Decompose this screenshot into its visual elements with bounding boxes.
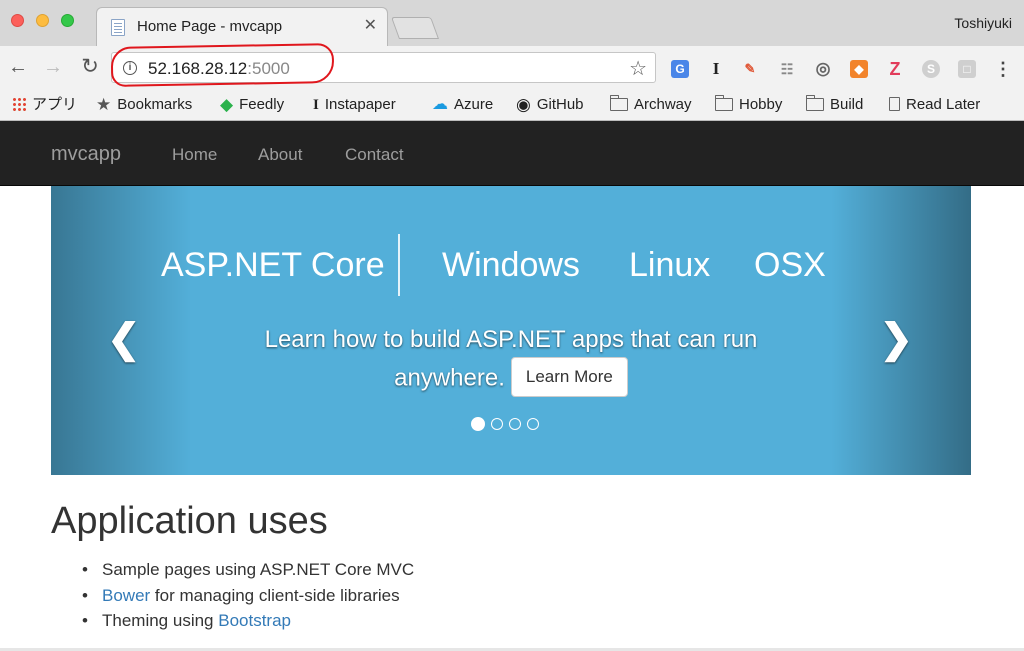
- bootstrap-link[interactable]: Bootstrap: [218, 611, 291, 630]
- carousel-indicator-2[interactable]: [491, 418, 503, 430]
- skype-icon[interactable]: S: [922, 60, 940, 78]
- star-icon: ★: [96, 95, 112, 115]
- bookmark-label: Archway: [634, 96, 692, 113]
- uses-list: Sample pages using ASP.NET Core MVC Bowe…: [82, 557, 414, 634]
- apps-grid-icon: [12, 97, 26, 112]
- banner-aspnet-core: ASP.NET Core: [161, 246, 385, 284]
- carousel-indicators: [471, 416, 545, 435]
- instapaper-icon: I: [313, 97, 319, 114]
- banner-osx: OSX: [754, 246, 826, 284]
- section-title: Application uses: [51, 500, 328, 542]
- carousel-banner: ASP.NET Core Windows Linux OSX: [51, 234, 971, 298]
- page-icon: [889, 97, 900, 112]
- bookmark-hobby[interactable]: Hobby: [714, 94, 783, 115]
- back-arrow-icon[interactable]: ←: [5, 54, 31, 80]
- learn-more-button[interactable]: Learn More: [510, 357, 628, 397]
- close-window-button[interactable]: [11, 14, 24, 27]
- bookmark-azure[interactable]: ☁ Azure: [432, 95, 493, 115]
- tab-title: Home Page - mvcapp: [137, 18, 283, 35]
- github-icon: ◉: [516, 95, 531, 115]
- carousel-prev-chevron-icon[interactable]: ❮: [107, 316, 141, 362]
- nav-about-link[interactable]: About: [258, 145, 302, 165]
- url-annotation-circle: [110, 43, 335, 87]
- banner-divider: [398, 234, 400, 296]
- hero-carousel: ASP.NET Core Windows Linux OSX Learn how…: [51, 186, 971, 475]
- profile-name[interactable]: Toshiyuki: [954, 15, 1012, 31]
- bookmark-read-later[interactable]: Read Later: [889, 95, 980, 115]
- feedly-icon: ◆: [220, 95, 234, 115]
- bookmark-label: GitHub: [536, 96, 584, 113]
- uses-item-text: for managing client-side libraries: [150, 585, 400, 605]
- bookmark-bookmarks[interactable]: ★ Bookmarks: [96, 95, 192, 115]
- browser-tabstrip: Home Page - mvcapp ✕ Toshiyuki: [0, 0, 1024, 47]
- azure-cloud-icon: ☁: [432, 96, 448, 114]
- banner-linux: Linux: [629, 246, 711, 284]
- bookmark-build[interactable]: Build: [805, 94, 864, 115]
- nav-home-link[interactable]: Home: [172, 145, 217, 165]
- google-translate-icon[interactable]: G: [671, 60, 689, 78]
- tab-close-icon[interactable]: ✕: [364, 16, 377, 36]
- bookmark-label: アプリ: [32, 96, 78, 113]
- z-extension-icon[interactable]: Z: [886, 60, 904, 78]
- folder-icon: [609, 94, 628, 111]
- list-item: Sample pages using ASP.NET Core MVC: [82, 557, 414, 583]
- bookmark-label: Build: [830, 96, 864, 113]
- bookmark-apps[interactable]: アプリ: [12, 95, 77, 115]
- bookmark-archway[interactable]: Archway: [609, 94, 692, 115]
- minimize-window-button[interactable]: [36, 14, 49, 27]
- orange-box-extension-icon[interactable]: ◆: [850, 60, 868, 78]
- carousel-indicator-4[interactable]: [527, 418, 539, 430]
- instapaper-extension-icon[interactable]: I: [707, 60, 725, 78]
- browser-tab-active[interactable]: Home Page - mvcapp ✕: [96, 7, 388, 47]
- list-item: Theming using Bootstrap: [82, 608, 414, 634]
- globe-extension-icon[interactable]: ◎: [814, 60, 832, 78]
- nav-contact-link[interactable]: Contact: [345, 145, 404, 165]
- bookmark-label: Azure: [454, 96, 494, 113]
- carousel-indicator-1[interactable]: [471, 417, 485, 431]
- carousel-indicator-3[interactable]: [509, 418, 521, 430]
- chrome-menu-icon[interactable]: ⋮: [994, 60, 1012, 78]
- bower-link[interactable]: Bower: [102, 586, 150, 605]
- bookmarks-bar: アプリ ★ Bookmarks ◆ Feedly I Instapaper ☁ Azur…: [0, 90, 1024, 121]
- bookmark-instapaper[interactable]: I Instapaper: [313, 95, 396, 115]
- list-item: Bower for managing client-side libraries: [82, 583, 414, 609]
- site-navbar: mvcapp Home About Contact: [0, 121, 1024, 186]
- bookmark-label: Read Later: [906, 96, 981, 113]
- new-tab-button[interactable]: [390, 17, 440, 39]
- bookmark-github[interactable]: ◉ GitHub: [516, 95, 584, 115]
- pen-extension-icon[interactable]: ✎: [741, 60, 759, 78]
- bookmark-feedly[interactable]: ◆ Feedly: [220, 95, 284, 115]
- banner-windows: Windows: [442, 246, 580, 284]
- site-brand-link[interactable]: mvcapp: [51, 143, 121, 166]
- carousel-caption: Learn how to build ASP.NET apps that can…: [221, 321, 801, 399]
- bookmark-label: Feedly: [239, 96, 285, 113]
- sitemap-extension-icon[interactable]: ☷: [778, 60, 796, 78]
- folder-icon: [805, 94, 824, 111]
- bookmark-label: Instapaper: [324, 96, 396, 113]
- carousel-next-chevron-icon[interactable]: ❯: [879, 316, 913, 362]
- bookmark-star-icon[interactable]: ☆: [629, 56, 647, 81]
- uses-item-text: Theming using: [102, 611, 219, 630]
- bookmark-label: Bookmarks: [117, 96, 193, 113]
- chat-extension-icon[interactable]: □: [958, 60, 976, 78]
- forward-arrow-icon[interactable]: →: [40, 54, 66, 80]
- bookmark-label: Hobby: [739, 96, 783, 113]
- zoom-window-button[interactable]: [61, 14, 74, 27]
- reload-icon[interactable]: ↻: [77, 54, 103, 80]
- folder-icon: [714, 94, 733, 111]
- page-favicon-icon: [111, 19, 125, 36]
- uses-item-text: Sample pages using ASP.NET Core MVC: [102, 560, 415, 579]
